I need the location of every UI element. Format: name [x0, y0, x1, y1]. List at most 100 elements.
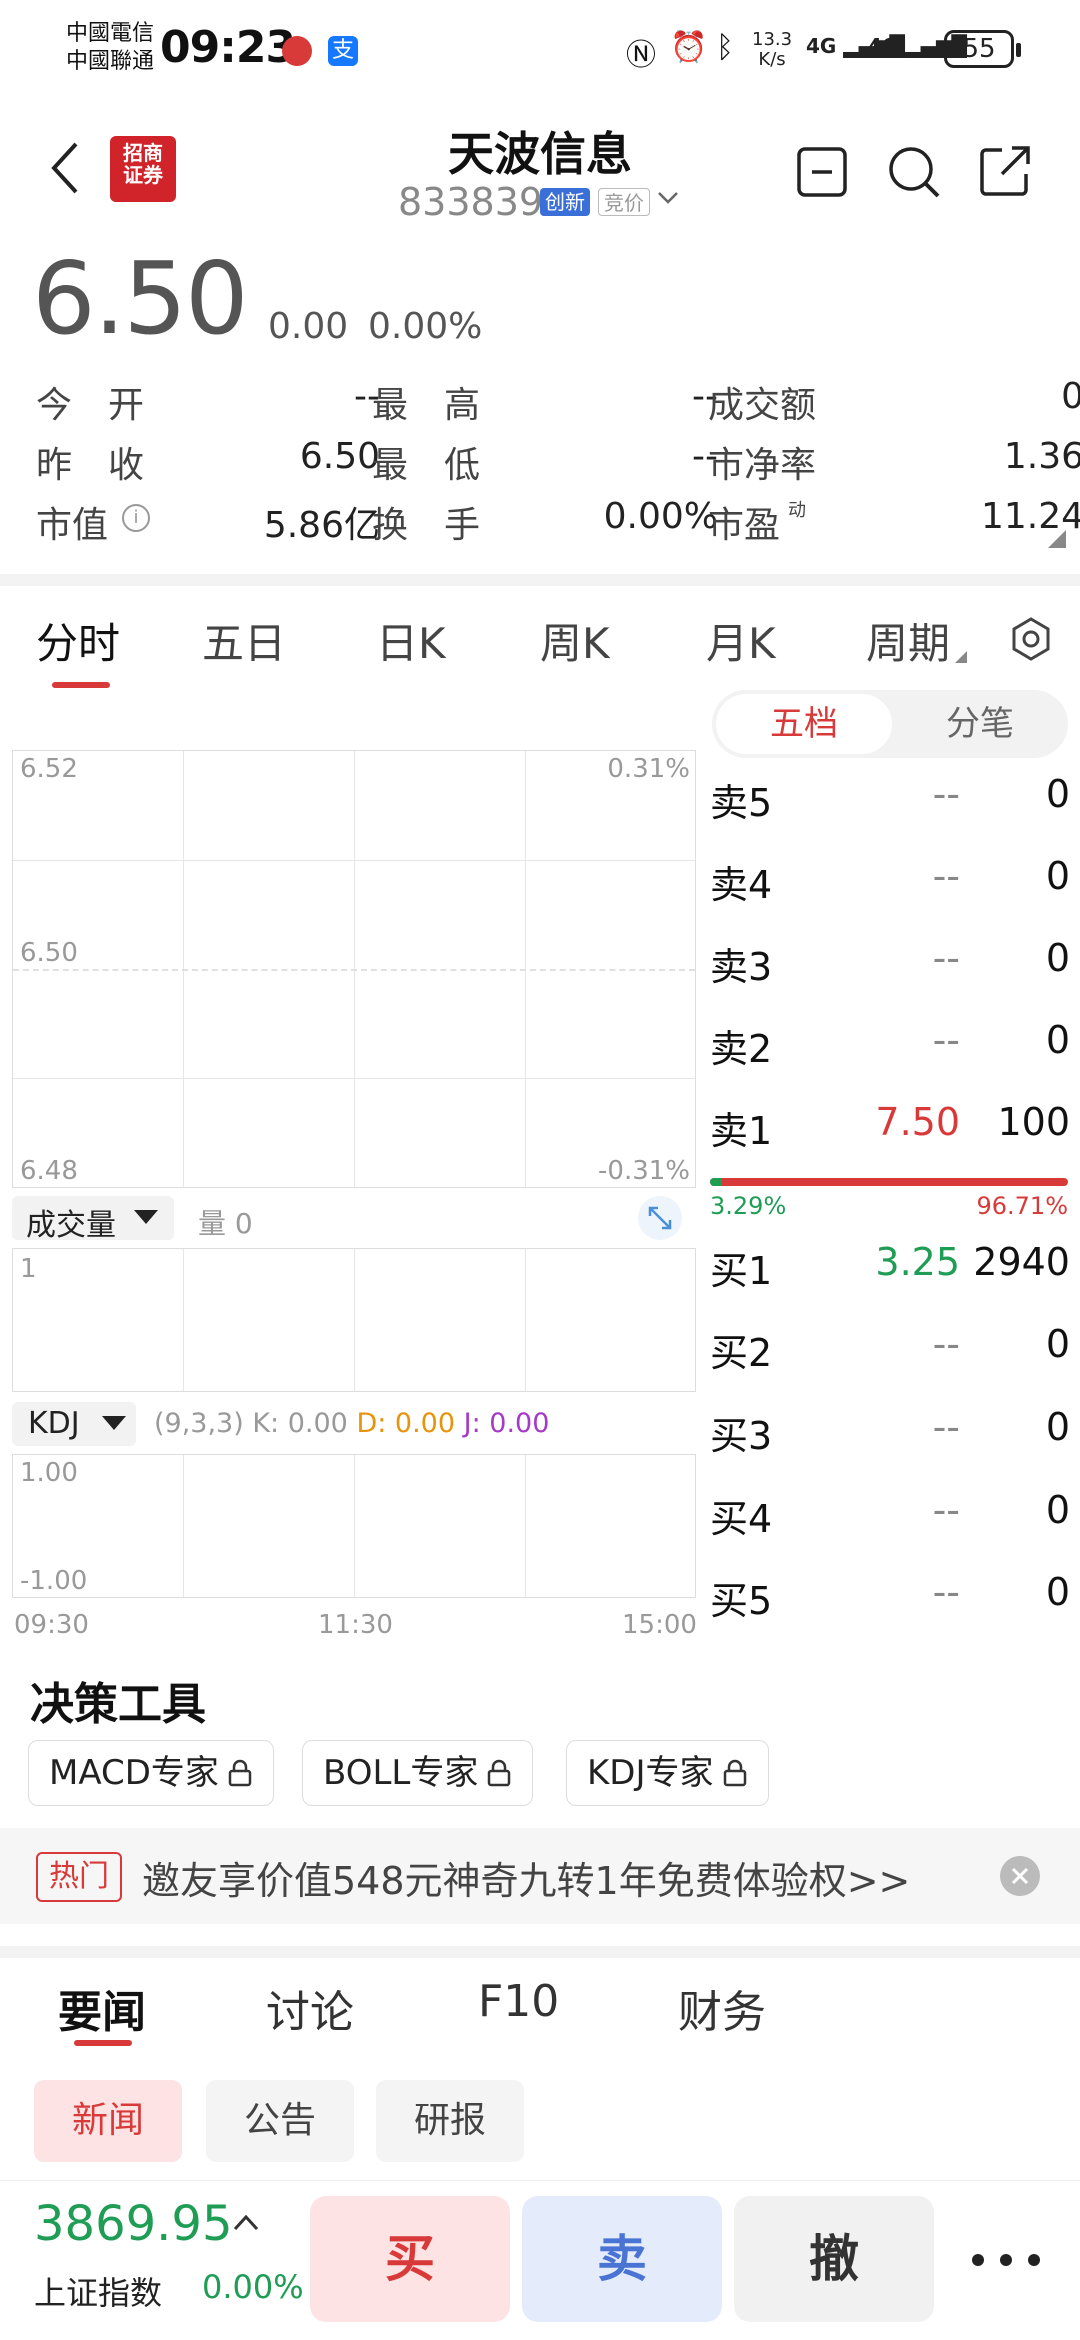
status-carrier: 中國電信 中國聯通 [66, 20, 154, 76]
news-tab[interactable]: 要闻 [58, 1976, 146, 2040]
orderbook-buy-row[interactable]: 买1 3.25 2940 [710, 1240, 1070, 1300]
carrier-1: 中國電信 [66, 21, 155, 46]
battery-icon: 55 [944, 30, 1021, 68]
notification-app-icon [282, 36, 312, 66]
orderbook-sell-row[interactable]: 卖2 -- 0 [710, 1018, 1070, 1078]
alarm-icon: ⏰ [670, 30, 708, 65]
chart-tab[interactable]: 周K [540, 610, 610, 671]
tool-button[interactable]: BOLL专家 [302, 1740, 534, 1806]
period-dropdown-indicator [955, 648, 967, 663]
kdj-j: J: 0.00 [463, 1408, 550, 1439]
orderbook-buy-row[interactable]: 买5 -- 0 [710, 1570, 1070, 1630]
orderbook-sell-row[interactable]: 卖1 7.50 100 [710, 1100, 1070, 1160]
sell-level-price: -- [932, 772, 960, 816]
index-value[interactable]: 3869.95 [34, 2196, 233, 2252]
buy-ratio: 3.29% [710, 1192, 787, 1220]
news-filter-chip[interactable]: 公告 [206, 2080, 354, 2162]
y-axis-mid: 6.50 [20, 938, 78, 968]
stat-value: 6.50 [299, 436, 380, 477]
stat-label: 市净率 [708, 445, 817, 486]
stat-value: 11.24 [980, 496, 1080, 537]
tool-button[interactable]: MACD专家 [28, 1740, 274, 1806]
buy-level-volume: 0 [1045, 1405, 1070, 1449]
section-divider [0, 574, 1080, 586]
tab-five-level[interactable]: 五档 [716, 694, 892, 754]
fullscreen-button[interactable] [638, 1196, 682, 1240]
cancel-order-button[interactable]: 撤 [734, 2196, 934, 2322]
corner-triangle-icon [955, 651, 967, 663]
stock-code: 833839 [398, 180, 544, 224]
speed-unit: K/s [758, 49, 786, 70]
news-filter-chip[interactable]: 研报 [376, 2080, 524, 2162]
volume-indicator-select[interactable]: 成交量 [12, 1196, 174, 1243]
chart-tab[interactable]: 月K [706, 610, 776, 671]
buy-level-volume: 0 [1045, 1322, 1070, 1366]
index-expand-button[interactable] [232, 2212, 260, 2232]
buy-level-volume: 2940 [973, 1240, 1070, 1284]
price-change: 0.00 [268, 306, 349, 347]
sell-level-label: 卖1 [710, 1109, 773, 1153]
kdj-axis-top: 1.00 [20, 1458, 78, 1488]
sell-button[interactable]: 卖 [522, 2196, 722, 2322]
stock-switch-dropdown[interactable] [656, 186, 680, 210]
orderbook-buy-row[interactable]: 买3 -- 0 [710, 1405, 1070, 1465]
news-tab[interactable]: 财务 [678, 1976, 766, 2040]
promo-text[interactable]: 邀友享价值548元神奇九转1年免费体验权>> [142, 1850, 910, 1905]
share-button[interactable] [978, 144, 1032, 198]
orderbook-sell-row[interactable]: 卖3 -- 0 [710, 936, 1070, 996]
stat-value: -- [692, 376, 718, 417]
lock-icon [228, 1759, 252, 1787]
orderbook-buy-row[interactable]: 买4 -- 0 [710, 1488, 1070, 1548]
carrier-2: 中國聯通 [66, 49, 155, 74]
buy-level-price: -- [932, 1405, 960, 1449]
minimize-button[interactable] [796, 146, 848, 198]
net-type-2: 4G [868, 34, 899, 58]
tool-button[interactable]: KDJ专家 [566, 1740, 769, 1806]
sell-level-price: 7.50 [875, 1100, 960, 1144]
sell-level-label: 卖4 [710, 863, 773, 907]
orderbook-sell-row[interactable]: 卖4 -- 0 [710, 854, 1070, 914]
kdj-indicator-select[interactable]: KDJ [12, 1402, 136, 1446]
chart-settings-button[interactable] [1008, 616, 1054, 662]
stat-label: 今 开 [36, 385, 145, 426]
index-name: 上证指数 [34, 2274, 163, 2312]
lock-icon [723, 1759, 746, 1787]
orderbook-sell-row[interactable]: 卖5 -- 0 [710, 772, 1070, 832]
buy-level-volume: 0 [1045, 1570, 1070, 1614]
sell-level-label: 卖3 [710, 945, 773, 989]
search-button[interactable] [886, 144, 942, 200]
tag-innovation: 创新 [540, 188, 590, 216]
sell-level-volume: 0 [1045, 936, 1070, 980]
close-banner-button[interactable] [1000, 1856, 1040, 1896]
more-button[interactable] [956, 2240, 1056, 2280]
buy-level-label: 买1 [710, 1249, 773, 1293]
stat-value: -- [692, 436, 718, 477]
chart-tab[interactable]: 五日 [202, 610, 286, 671]
tab-tick[interactable]: 分笔 [892, 694, 1068, 754]
stat-value: 5.86亿 [263, 505, 380, 546]
bid-share-fill [710, 1178, 722, 1186]
chart-tab[interactable]: 周期 [866, 610, 950, 671]
news-tab[interactable]: 讨论 [266, 1976, 354, 2040]
bid-ask-ratio-bar [710, 1178, 1068, 1186]
speed-value: 13.3 [752, 29, 793, 50]
buy-level-label: 买2 [710, 1331, 773, 1375]
stat-label: 成交额 [708, 385, 817, 426]
orderbook-buy-row[interactable]: 买2 -- 0 [710, 1322, 1070, 1382]
kdj-k: (9,3,3) K: 0.00 [154, 1408, 348, 1439]
bluetooth-icon: ᛒ [716, 30, 734, 65]
stat-label: 市值 [36, 505, 109, 546]
y-axis-top: 6.52 [20, 754, 78, 784]
info-icon[interactable]: i [122, 504, 150, 532]
buy-button[interactable]: 买 [310, 2196, 510, 2322]
news-tab[interactable]: F10 [478, 1976, 559, 2027]
stat-label: 换 手 [372, 505, 481, 546]
y-axis-bottom: 6.48 [20, 1156, 78, 1186]
news-filter-chip[interactable]: 新闻 [34, 2080, 182, 2162]
chart-tab[interactable]: 日K [376, 610, 446, 671]
intraday-chart[interactable] [12, 750, 696, 1188]
tool-button-label: KDJ专家 [587, 1753, 714, 1793]
active-tab-underline [52, 682, 110, 688]
chart-tab[interactable]: 分时 [36, 610, 120, 671]
stat-value: 1.36 [1003, 436, 1080, 477]
